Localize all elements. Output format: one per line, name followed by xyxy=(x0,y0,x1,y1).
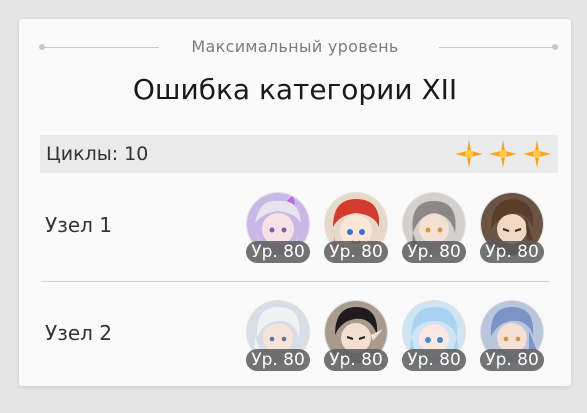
card-subtitle: Максимальный уровень xyxy=(191,37,399,56)
level-badge: Ур. 80 xyxy=(402,349,466,371)
team-avatars: Ур. 80 Ур. 80 Ур. 80 Ур. 80 xyxy=(246,301,544,371)
character-avatar[interactable]: Ур. 80 xyxy=(246,193,310,263)
cycles-bar: Циклы: 10 xyxy=(40,135,558,173)
character-avatar[interactable]: Ур. 80 xyxy=(324,193,388,263)
star-rating xyxy=(454,139,552,169)
level-badge: Ур. 80 xyxy=(480,241,544,263)
node-label: Узел 2 xyxy=(45,321,112,345)
star-icon xyxy=(489,140,517,168)
star-icon xyxy=(523,140,551,168)
level-badge: Ур. 80 xyxy=(480,349,544,371)
cycles-count: Циклы: 10 xyxy=(46,143,149,165)
character-avatar[interactable]: Ур. 80 xyxy=(246,301,310,371)
level-badge: Ур. 80 xyxy=(324,241,388,263)
node-row-2: Узел 2 Ур. 80 Ур. 80 Ур. 80 Ур. 80 xyxy=(19,297,571,377)
character-avatar[interactable]: Ур. 80 xyxy=(480,301,544,371)
level-badge: Ур. 80 xyxy=(246,241,310,263)
character-avatar[interactable]: Ур. 80 xyxy=(480,193,544,263)
character-avatar[interactable]: Ур. 80 xyxy=(402,193,466,263)
node-label: Узел 1 xyxy=(45,213,112,237)
level-badge: Ур. 80 xyxy=(402,241,466,263)
level-badge: Ур. 80 xyxy=(324,349,388,371)
team-avatars: Ур. 80 Ур. 80 Ур. 80 Ур. 80 xyxy=(246,193,544,263)
node-divider xyxy=(41,281,549,282)
character-avatar[interactable]: Ур. 80 xyxy=(402,301,466,371)
node-row-1: Узел 1 Ур. 80 Ур. 80 Ур. 80 Ур. 80 xyxy=(19,189,571,269)
character-avatar[interactable]: Ур. 80 xyxy=(324,301,388,371)
result-card: Максимальный уровень Ошибка категории XI… xyxy=(19,19,571,386)
level-badge: Ур. 80 xyxy=(246,349,310,371)
card-title: Ошибка категории XII xyxy=(132,73,458,106)
star-icon xyxy=(455,140,483,168)
